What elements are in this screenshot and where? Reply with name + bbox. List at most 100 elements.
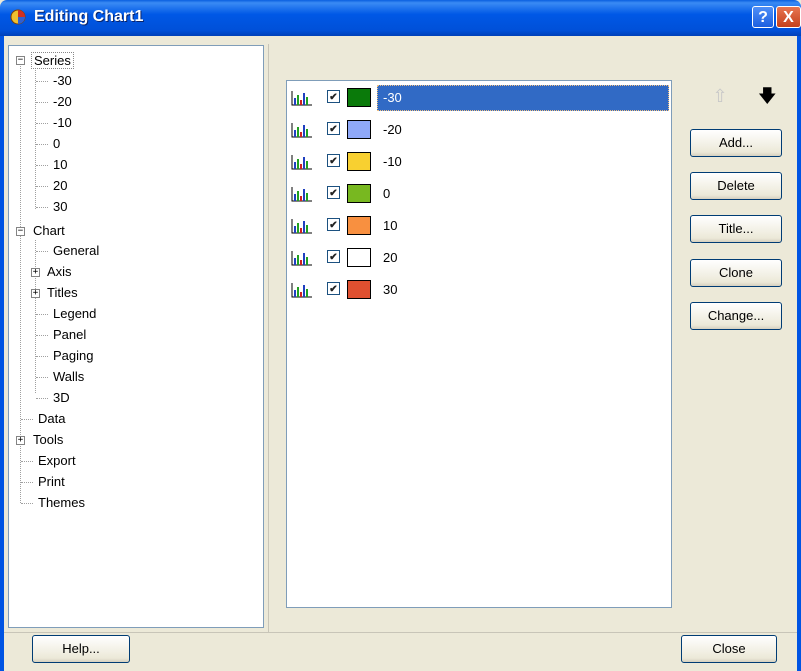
series-row[interactable]: 0: [289, 179, 669, 209]
series-color-swatch[interactable]: [347, 216, 371, 235]
tree-node-label: Walls: [53, 369, 85, 384]
title-bar[interactable]: Editing Chart1 ? X: [0, 0, 801, 36]
tree-node-label: Print: [38, 474, 65, 489]
window-frame-right: [797, 36, 801, 671]
arrow-up-icon[interactable]: ⇧: [712, 86, 728, 106]
window-frame-left: [0, 36, 4, 671]
series-visible-checkbox[interactable]: [327, 218, 340, 231]
bar-chart-icon: [291, 155, 312, 170]
collapse-icon[interactable]: −: [16, 56, 25, 65]
series-row[interactable]: -30: [289, 83, 669, 113]
tree-line: [36, 377, 48, 378]
tree-node-label: -20: [53, 94, 72, 109]
series-row[interactable]: -20: [289, 115, 669, 145]
selection-highlight: [377, 277, 669, 303]
tree-node-label: Tools: [33, 432, 64, 447]
tree-node-series-item[interactable]: -30: [51, 70, 74, 91]
series-label: -30: [381, 88, 404, 108]
tree-node-label: Themes: [38, 495, 85, 510]
series-visible-checkbox[interactable]: [327, 186, 340, 199]
tree-node-general[interactable]: General: [51, 240, 101, 261]
tree-node-export[interactable]: Export: [36, 450, 78, 471]
series-color-swatch[interactable]: [347, 280, 371, 299]
series-label: 30: [383, 282, 398, 297]
series-label: -20: [383, 122, 402, 137]
tree-node-paging[interactable]: Paging: [51, 345, 95, 366]
tree-node-series-item[interactable]: 30: [51, 196, 69, 217]
tree-line: [21, 461, 33, 462]
tree-node-series-item[interactable]: -10: [51, 112, 74, 133]
series-color-swatch[interactable]: [347, 88, 371, 107]
series-visible-checkbox[interactable]: [327, 90, 340, 103]
bar-chart-icon: [291, 283, 312, 298]
tree-line: [36, 102, 48, 103]
tree-node-label: 0: [53, 136, 61, 151]
tree-node-label: 30: [53, 199, 68, 214]
series-row[interactable]: 20: [289, 243, 669, 273]
series-row[interactable]: -10: [289, 147, 669, 177]
tree-node-tools[interactable]: Tools: [31, 429, 65, 450]
tree-line: [36, 81, 48, 82]
series-visible-checkbox[interactable]: [327, 250, 340, 263]
series-label: -10: [383, 154, 402, 169]
panel-divider[interactable]: [268, 44, 271, 632]
help-title-button[interactable]: ?: [752, 6, 774, 28]
clone-button[interactable]: Clone: [690, 259, 782, 287]
tree-line: [21, 503, 33, 504]
collapse-icon[interactable]: −: [16, 227, 25, 236]
tree-node-label: 10: [53, 157, 68, 172]
series-visible-checkbox[interactable]: [327, 282, 340, 295]
tree-node-print[interactable]: Print: [36, 471, 67, 492]
tree-node-axis[interactable]: Axis: [45, 261, 74, 282]
tree-node-label: Data: [38, 411, 66, 426]
expand-icon[interactable]: +: [31, 268, 40, 277]
expand-icon[interactable]: +: [31, 289, 40, 298]
bar-chart-icon: [291, 187, 312, 202]
series-color-swatch[interactable]: [347, 248, 371, 267]
tree-node-titles[interactable]: Titles: [45, 282, 80, 303]
bar-chart-icon: [291, 91, 312, 106]
tree-node-label: General: [53, 243, 100, 258]
tree-node-panel[interactable]: Panel: [51, 324, 88, 345]
options-tree[interactable]: − Series -30 -20 -10 0 10 20 30 − Chart …: [8, 45, 264, 628]
title-button[interactable]: Title...: [690, 215, 782, 243]
selection-highlight: [377, 245, 669, 271]
help-button[interactable]: Help...: [32, 635, 130, 663]
tree-node-3d[interactable]: 3D: [51, 387, 72, 408]
expand-icon[interactable]: +: [16, 436, 25, 445]
bottom-divider: [4, 632, 797, 633]
arrow-down-icon[interactable]: 🡇: [758, 86, 777, 106]
series-color-swatch[interactable]: [347, 152, 371, 171]
tree-node-chart[interactable]: Chart: [31, 220, 67, 241]
close-button[interactable]: Close: [681, 635, 777, 663]
series-color-swatch[interactable]: [347, 184, 371, 203]
tree-node-legend[interactable]: Legend: [51, 303, 98, 324]
tree-node-series[interactable]: Series: [31, 50, 74, 71]
series-row[interactable]: 30: [289, 275, 669, 305]
tree-node-series-item[interactable]: 20: [51, 175, 69, 196]
delete-button[interactable]: Delete: [690, 172, 782, 200]
change-button[interactable]: Change...: [690, 302, 782, 330]
tree-node-series-item[interactable]: 0: [51, 133, 62, 154]
selection-highlight: [377, 85, 669, 111]
tree-node-label: Paging: [53, 348, 94, 363]
tree-line: [36, 314, 48, 315]
series-label: 20: [383, 250, 398, 265]
series-visible-checkbox[interactable]: [327, 122, 340, 135]
series-row[interactable]: 10: [289, 211, 669, 241]
tree-line: [35, 240, 36, 393]
selection-highlight: [377, 213, 669, 239]
tree-node-walls[interactable]: Walls: [51, 366, 86, 387]
tree-node-label: Axis: [47, 264, 72, 279]
series-visible-checkbox[interactable]: [327, 154, 340, 167]
series-color-swatch[interactable]: [347, 120, 371, 139]
tree-node-series-item[interactable]: -20: [51, 91, 74, 112]
tree-node-label: -30: [53, 73, 72, 88]
add-button[interactable]: Add...: [690, 129, 782, 157]
tree-node-data[interactable]: Data: [36, 408, 67, 429]
series-list[interactable]: -30 -20 -10 0 10 20 30: [286, 80, 672, 608]
close-title-button[interactable]: X: [776, 6, 801, 28]
tree-node-themes[interactable]: Themes: [36, 492, 87, 513]
tree-node-series-item[interactable]: 10: [51, 154, 69, 175]
tree-line: [35, 70, 36, 209]
